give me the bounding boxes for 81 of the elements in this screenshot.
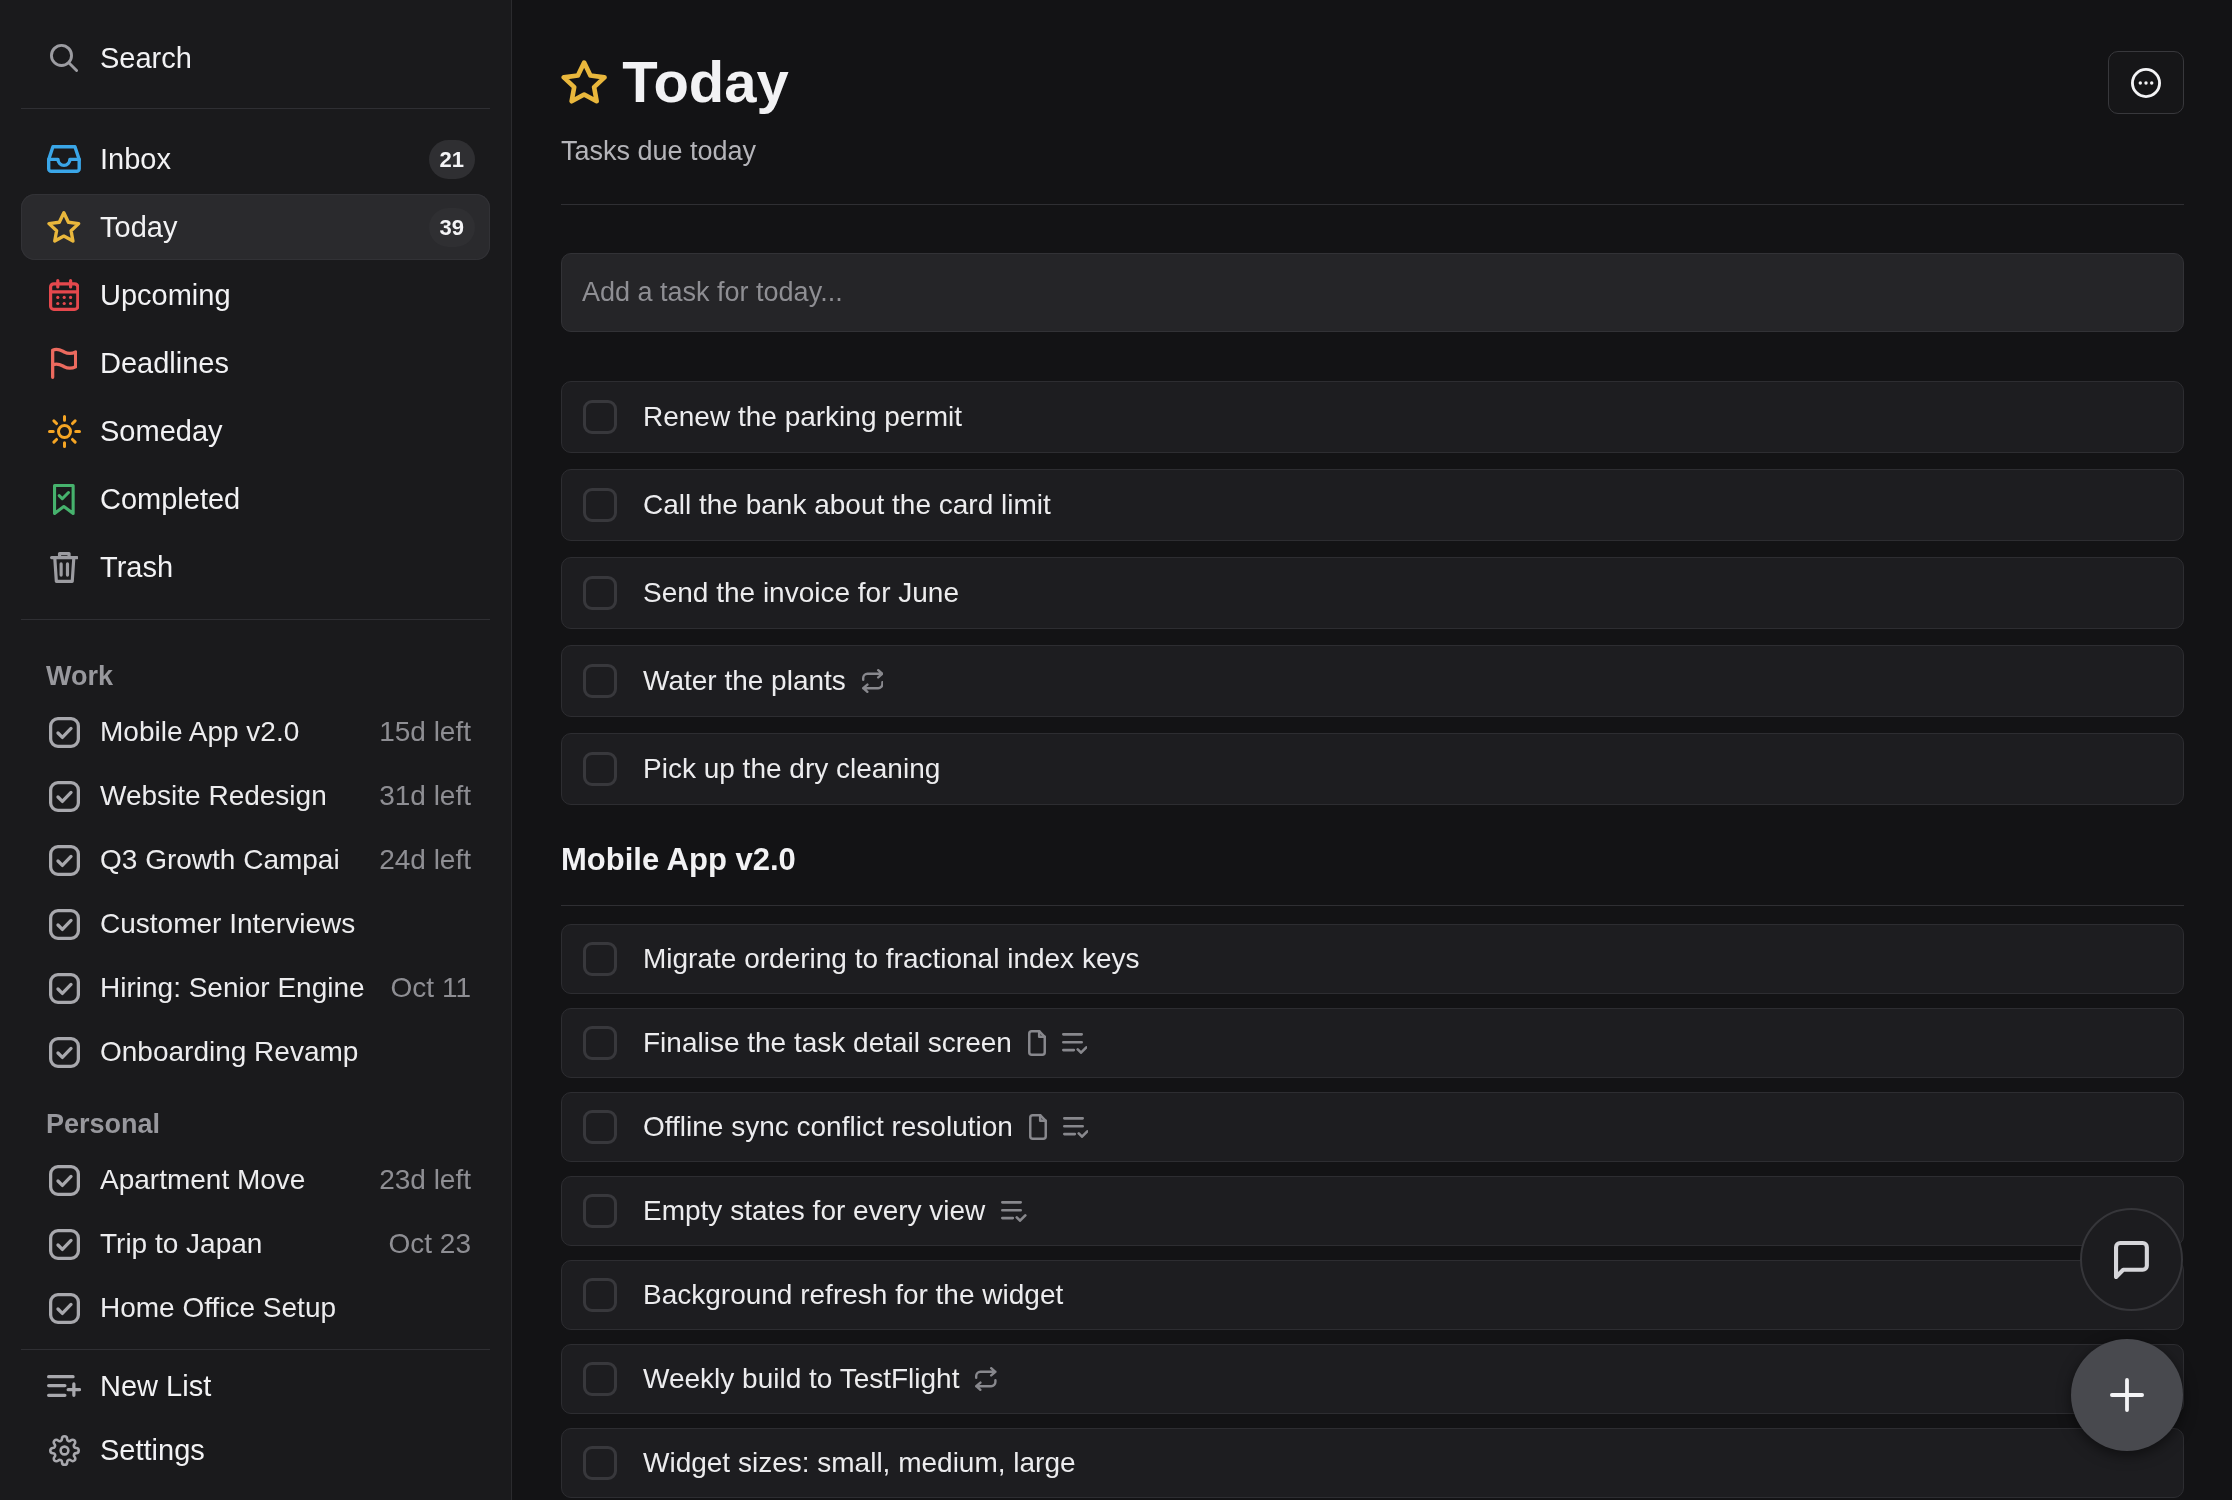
due-label: 31d left — [379, 780, 471, 812]
square-check-icon — [48, 780, 80, 812]
task-row[interactable]: Call the bank about the card limit — [561, 469, 2184, 541]
star-icon — [47, 211, 81, 243]
add-task-field[interactable]: Add a task for today... — [561, 253, 2184, 332]
task-row[interactable]: Background refresh for the widget — [561, 1260, 2184, 1330]
project-item[interactable]: Onboarding Revamp — [21, 1020, 490, 1084]
flag-icon — [50, 347, 78, 379]
project-item[interactable]: Hiring: Senior Engine Oct 11 — [21, 956, 490, 1020]
plus-icon — [2110, 1378, 2144, 1412]
task-row[interactable]: Migrate ordering to fractional index keys — [561, 924, 2184, 994]
sun-icon — [47, 414, 81, 448]
more-button[interactable] — [2108, 51, 2184, 114]
nav-item[interactable]: Inbox 21 — [21, 126, 490, 192]
task-checkbox[interactable] — [583, 752, 617, 786]
settings-button[interactable]: Settings — [21, 1418, 490, 1482]
speech-bubble-icon — [2114, 1240, 2149, 1279]
task-checkbox[interactable] — [583, 576, 617, 610]
nav-item[interactable]: Deadlines — [21, 330, 490, 396]
trash-icon — [49, 551, 79, 583]
count-badge: 39 — [428, 207, 475, 247]
project-item[interactable]: Website Redesign 31d left — [21, 764, 490, 828]
project-item[interactable]: Trip to Japan Oct 23 — [21, 1212, 490, 1276]
count-badge: 21 — [428, 139, 475, 179]
task-checkbox[interactable] — [583, 664, 617, 698]
list-plus-icon — [46, 1375, 82, 1397]
project-item[interactable]: Q3 Growth Campai 24d left — [21, 828, 490, 892]
due-label: Oct 11 — [390, 972, 471, 1004]
square-check-icon — [48, 972, 80, 1004]
project-item[interactable]: Home Office Setup — [21, 1276, 490, 1340]
due-label: 15d left — [379, 716, 471, 748]
nav-item[interactable]: Someday — [21, 398, 490, 464]
settings-icon — [48, 1434, 80, 1466]
due-label: 23d left — [379, 1164, 471, 1196]
square-check-icon — [48, 1292, 80, 1324]
task-row[interactable]: Pick up the dry cleaning — [561, 733, 2184, 805]
due-label: Oct 23 — [388, 1228, 471, 1260]
search-button[interactable]: Search — [21, 24, 490, 92]
task-checkbox[interactable] — [583, 1194, 617, 1228]
project-item[interactable]: Apartment Move 23d left — [21, 1148, 490, 1212]
task-checkbox[interactable] — [583, 1026, 617, 1060]
task-checkbox[interactable] — [583, 1362, 617, 1396]
inbox-tray-icon — [47, 145, 81, 173]
task-row[interactable]: Offline sync conflict resolution — [561, 1092, 2184, 1162]
task-checkbox[interactable] — [583, 1278, 617, 1312]
task-row[interactable]: Water the plants — [561, 645, 2184, 717]
project-item[interactable]: Mobile App v2.0 15d left — [21, 700, 490, 764]
square-check-icon — [48, 1036, 80, 1068]
square-check-icon — [48, 844, 80, 876]
task-row[interactable]: Send the invoice for June — [561, 557, 2184, 629]
task-checkbox[interactable] — [583, 942, 617, 976]
page-subtitle: Tasks due today — [561, 135, 758, 168]
square-check-icon — [48, 716, 80, 748]
nav-item[interactable]: Completed — [21, 466, 490, 532]
task-checkbox[interactable] — [583, 1110, 617, 1144]
more-icon — [2131, 67, 2161, 98]
task-row[interactable]: Renew the parking permit — [561, 381, 2184, 453]
task-row[interactable]: Weekly build to TestFlight — [561, 1344, 2184, 1414]
search-icon — [50, 44, 78, 72]
page-title: Today — [622, 48, 789, 116]
task-checkbox[interactable] — [583, 1446, 617, 1480]
nav-item[interactable]: Today 39 — [21, 194, 490, 260]
project-item[interactable]: Customer Interviews — [21, 892, 490, 956]
nav-item[interactable]: Upcoming — [21, 262, 490, 328]
star-icon — [561, 60, 608, 104]
nav-item[interactable]: Trash — [21, 534, 490, 600]
task-row[interactable]: Finalise the task detail screen — [561, 1008, 2184, 1078]
task-row[interactable]: Empty states for every view — [561, 1176, 2184, 1246]
task-checkbox[interactable] — [583, 488, 617, 522]
calendar-icon — [48, 279, 80, 311]
section-heading: Mobile App v2.0 — [561, 841, 797, 879]
new-list-button[interactable]: New List — [21, 1354, 490, 1418]
section-heading: Work — [45, 660, 114, 693]
bookmark-check-icon — [53, 483, 75, 515]
task-checkbox[interactable] — [583, 400, 617, 434]
square-check-icon — [48, 1164, 80, 1196]
due-label: 24d left — [379, 844, 471, 876]
square-check-icon — [48, 908, 80, 940]
square-check-icon — [48, 1228, 80, 1260]
section-heading: Personal — [45, 1108, 162, 1141]
task-row[interactable]: Widget sizes: small, medium, large — [561, 1428, 2184, 1498]
